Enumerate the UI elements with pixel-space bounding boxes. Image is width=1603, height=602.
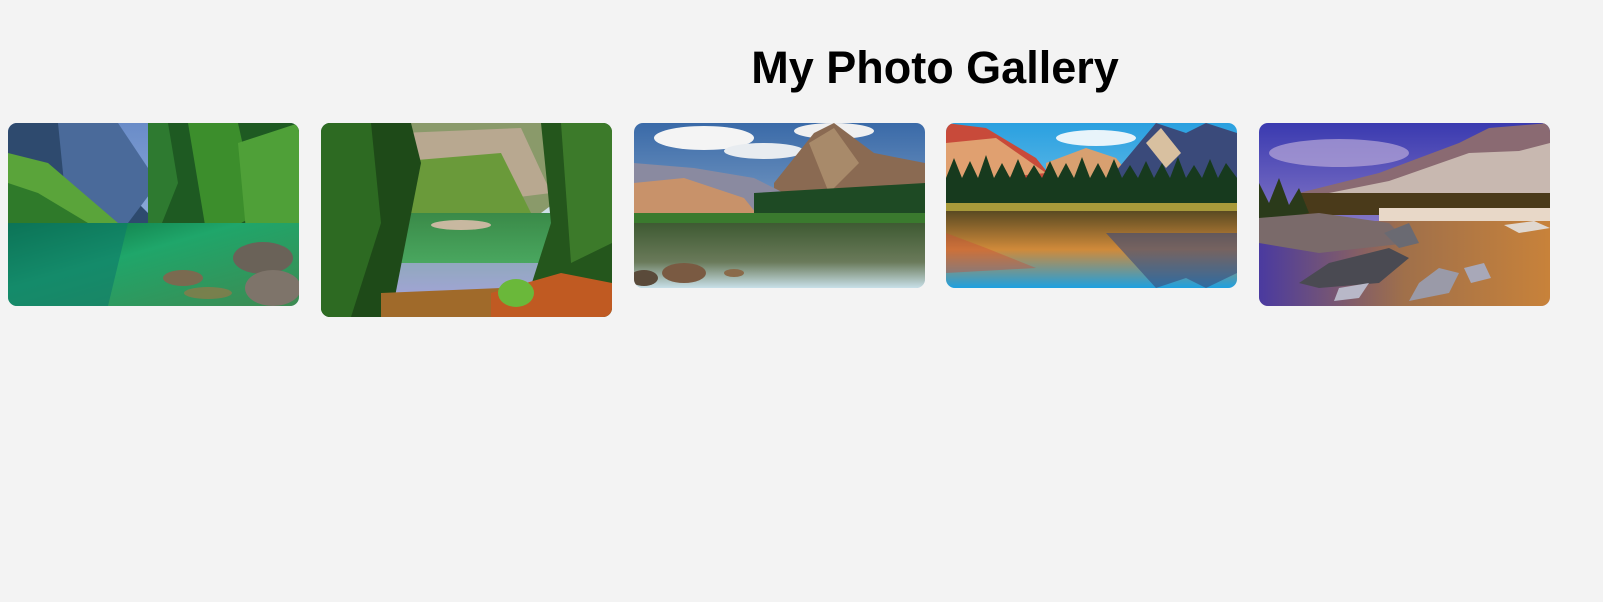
gallery-photo-4[interactable] [946,123,1237,288]
gallery-photo-1[interactable] [8,123,299,306]
landscape-image [634,123,925,288]
landscape-image [1259,123,1550,306]
gallery-photo-2[interactable] [321,123,612,317]
photo-gallery [8,123,1568,323]
page-title: My Photo Gallery [751,42,1119,93]
gallery-photo-5[interactable] [1259,123,1550,306]
landscape-image [946,123,1237,288]
landscape-image [8,123,299,306]
gallery-photo-3[interactable] [634,123,925,288]
landscape-image [321,123,612,317]
